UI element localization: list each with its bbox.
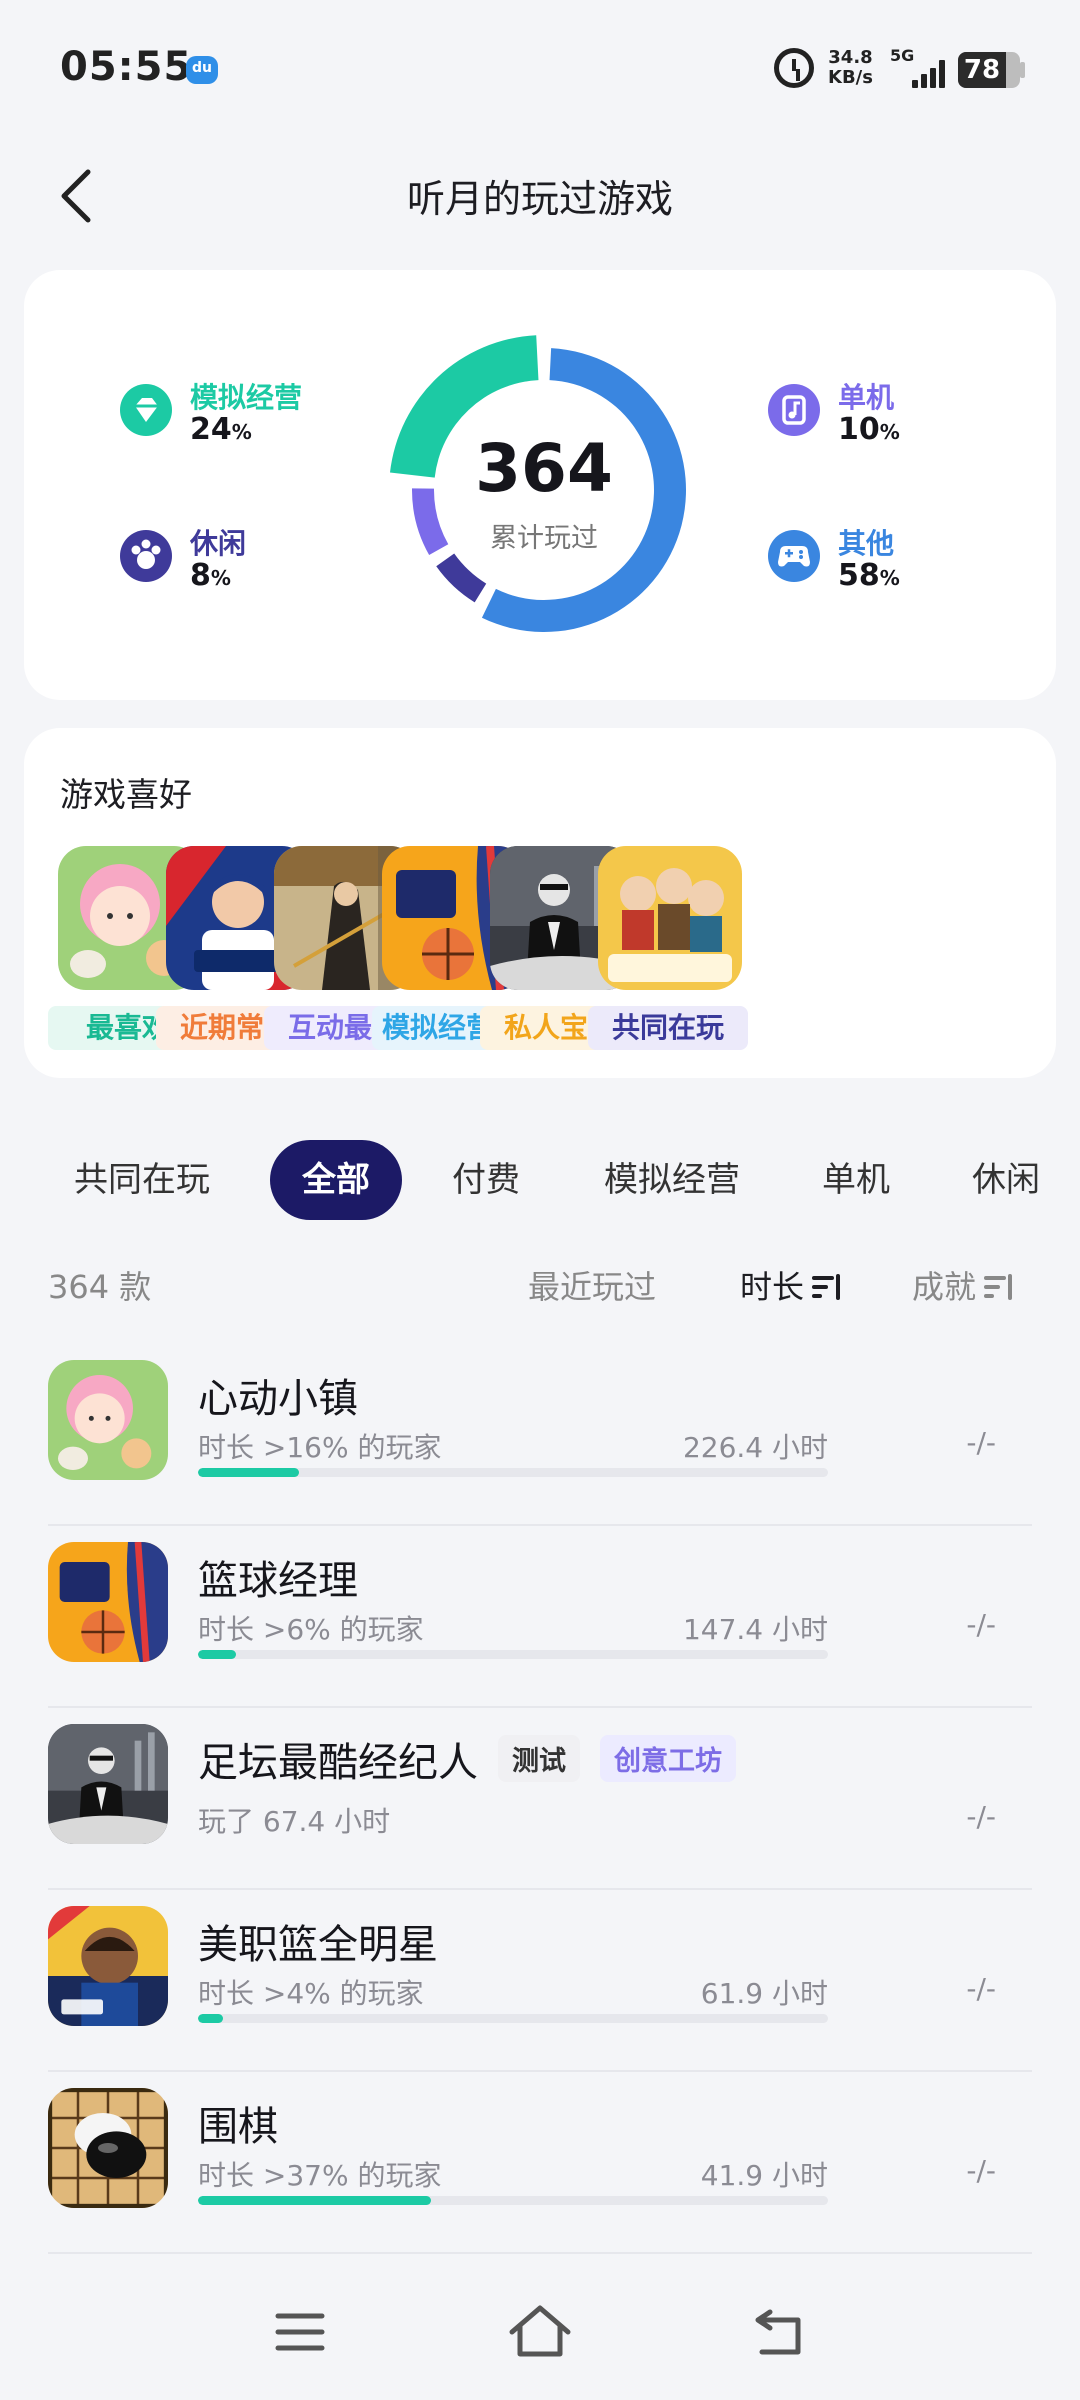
battery-level: 78	[963, 55, 1001, 85]
stats-card: 模拟经营 24% 休闲 8% 单机 10% 其他 58% 364 累计玩过	[24, 270, 1056, 700]
sort-icon	[984, 1274, 1014, 1300]
preferences-title: 游戏喜好	[60, 775, 192, 814]
back-nav-button[interactable]	[740, 2292, 820, 2372]
battery-icon: 78	[958, 52, 1020, 88]
network-speed-value: 34.8	[828, 47, 873, 68]
preference-label: 共同在玩	[588, 1006, 748, 1050]
playtime-progress-bar	[198, 1468, 828, 1477]
playtime-progress-bar	[198, 2196, 828, 2205]
donut-slice-paw	[436, 553, 487, 603]
category-percent: 8%	[190, 558, 231, 593]
category-percent: 24%	[190, 412, 252, 447]
category-name: 休闲	[190, 527, 247, 560]
tab-single-player[interactable]: 单机	[806, 1140, 906, 1220]
game-name-with-tags: 足坛最酷经纪人 测试 创意工坊	[198, 1730, 736, 1788]
game-row[interactable]: 心动小镇 时长 >16% 的玩家 226.4 小时 -/-	[48, 1344, 1032, 1526]
game-row[interactable]: 美职篮全明星 时长 >4% 的玩家 61.9 小时 -/-	[48, 1890, 1032, 2072]
total-games-count: 364	[475, 430, 613, 507]
game-name: 足坛最酷经纪人	[198, 1740, 478, 1786]
category-name: 其他	[838, 527, 895, 560]
baidu-notification-icon	[186, 56, 218, 84]
sort-duration[interactable]: 时长	[740, 1262, 842, 1308]
tab-all[interactable]: 全部	[270, 1140, 402, 1220]
progress-fill	[198, 1468, 299, 1477]
category-tabs: 共同在玩 全部 付费 模拟经营 单机 休闲	[0, 1140, 1080, 1224]
tab-playing-together[interactable]: 共同在玩	[58, 1140, 226, 1220]
category-name: 模拟经营	[190, 381, 303, 414]
game-achievement: -/-	[966, 1972, 996, 2005]
game-percentile: 时长 >6% 的玩家	[198, 1613, 424, 1646]
gamepad-icon	[768, 530, 820, 582]
game-icon-basketball-manager	[48, 1542, 168, 1662]
tag-workshop: 创意工坊	[600, 1735, 736, 1782]
sort-recent[interactable]: 最近玩过	[528, 1262, 656, 1308]
sort-duration-label: 时长	[740, 1268, 805, 1306]
playtime-progress-bar	[198, 2014, 828, 2023]
game-achievement: -/-	[966, 2154, 996, 2187]
game-name: 美职篮全明星	[198, 1922, 438, 1968]
game-icon-go	[48, 2088, 168, 2208]
playtime-progress-bar	[198, 1650, 828, 1659]
category-percent: 10%	[838, 412, 900, 447]
menu-icon	[275, 2313, 325, 2351]
game-row[interactable]: 足坛最酷经纪人 测试 创意工坊 玩了 67.4 小时 -/-	[48, 1708, 1032, 1890]
game-hours: 61.9 小时	[700, 1977, 828, 2010]
progress-fill	[198, 2196, 432, 2205]
progress-fill	[198, 2014, 224, 2023]
game-percentile: 时长 >37% 的玩家	[198, 2159, 442, 2192]
game-achievement: -/-	[966, 1426, 996, 1459]
status-time: 05:55	[60, 44, 193, 90]
sort-achievement[interactable]: 成就	[912, 1262, 1014, 1308]
tab-simulation[interactable]: 模拟经营	[590, 1140, 754, 1220]
back-arrow-icon	[755, 2309, 801, 2355]
category-name: 单机	[838, 381, 895, 414]
total-games-label: 累计玩过	[490, 523, 598, 554]
game-icon-history-chaos	[598, 846, 742, 990]
home-icon	[509, 2305, 571, 2357]
tab-paid[interactable]: 付费	[432, 1140, 540, 1220]
sort-achievement-label: 成就	[912, 1268, 977, 1306]
game-count: 364 款	[48, 1268, 152, 1306]
game-percentile: 时长 >16% 的玩家	[198, 1431, 442, 1464]
game-playtime: 玩了 67.4 小时	[198, 1805, 391, 1838]
battery-cap	[1020, 62, 1025, 78]
game-icon-nba-allstar	[48, 1906, 168, 2026]
game-hours: 41.9 小时	[700, 2159, 828, 2192]
game-icon-football-agent	[48, 1724, 168, 1844]
home-button[interactable]	[500, 2292, 580, 2372]
sort-icon	[812, 1274, 842, 1300]
page-title: 听月的玩过游戏	[406, 177, 673, 221]
network-speed-unit: KB/s	[828, 67, 873, 88]
category-donut-chart: 364 累计玩过	[384, 330, 704, 650]
tab-casual[interactable]: 休闲	[956, 1140, 1056, 1220]
alarm-icon	[774, 48, 814, 88]
game-hours: 226.4 小时	[682, 1431, 828, 1464]
game-hours: 147.4 小时	[682, 1613, 828, 1646]
game-row[interactable]: 篮球经理 时长 >6% 的玩家 147.4 小时 -/-	[48, 1526, 1032, 1708]
menu-button[interactable]	[260, 2292, 340, 2372]
network-speed: 34.8 KB/s	[828, 48, 873, 88]
signal-icon	[910, 56, 950, 88]
category-percent: 58%	[838, 558, 900, 593]
game-name: 心动小镇	[198, 1376, 358, 1422]
game-row[interactable]: 围棋 时长 >37% 的玩家 41.9 小时 -/-	[48, 2072, 1032, 2254]
system-navigation-bar	[0, 2272, 1080, 2400]
preferences-card: 游戏喜好 最喜欢 近期常玩 互动最多 模拟经营… 私人宝藏 共同在玩	[24, 728, 1056, 1078]
progress-fill	[198, 1650, 236, 1659]
game-name: 篮球经理	[198, 1558, 358, 1604]
gem-icon	[120, 384, 172, 436]
paw-icon	[120, 530, 172, 582]
game-achievement: -/-	[966, 1800, 996, 1833]
game-icon-heartbeat-town	[48, 1360, 168, 1480]
game-percentile: 时长 >4% 的玩家	[198, 1977, 424, 2010]
game-achievement: -/-	[966, 1608, 996, 1641]
tag-beta: 测试	[498, 1735, 580, 1782]
preference-playing-together[interactable]: 共同在玩	[588, 846, 748, 1056]
game-name: 围棋	[198, 2104, 278, 2150]
music-note-icon	[768, 384, 820, 436]
status-bar: 05:55 34.8 KB/s 5G 78	[0, 0, 1080, 140]
